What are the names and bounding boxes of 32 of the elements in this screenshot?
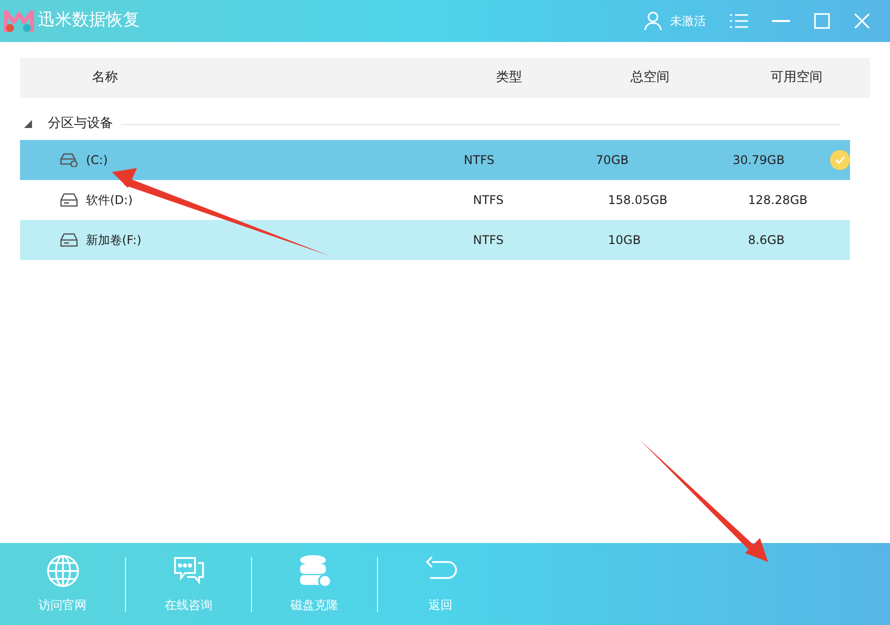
user-icon [644, 11, 662, 31]
globe-icon [46, 554, 80, 588]
free-space-cell: 8.6GB [748, 233, 785, 247]
drive-icon [60, 193, 78, 207]
file-system-cell: NTFS [473, 233, 504, 247]
maximize-icon[interactable] [814, 13, 830, 29]
menu-icon[interactable] [730, 13, 748, 29]
file-system-cell: NTFS [464, 153, 494, 167]
total-space-cell: 10GB [608, 233, 641, 247]
drive-name: 新加卷(F:) [86, 232, 142, 249]
group-label: 分区与设备 [48, 115, 113, 134]
drive-name: (C:) [86, 152, 108, 169]
system-drive-icon [60, 153, 78, 167]
collapse-triangle-icon[interactable] [24, 120, 32, 128]
type-column-header[interactable]: 类型 [496, 70, 522, 86]
drive-name: 软件(D:) [86, 192, 133, 209]
close-icon[interactable] [854, 13, 870, 29]
app-logo-icon [4, 8, 34, 34]
free-space-cell: 30.79GB [732, 153, 785, 167]
drive-row[interactable]: 新加卷(F:) NTFS 10GB 8.6GB [20, 220, 850, 260]
name-column-header[interactable]: 名称 [92, 70, 118, 86]
total-space-cell: 70GB [596, 153, 629, 167]
file-system-cell: NTFS [473, 193, 504, 207]
total-column-header[interactable]: 总空间 [630, 70, 670, 86]
drive-icon [60, 233, 78, 247]
database-icon [298, 554, 332, 588]
drive-row[interactable]: (C:) NTFS 70GB 30.79GB [20, 140, 850, 180]
window-title: 迅米数据恢复 [38, 9, 140, 32]
free-space-cell: 128.28GB [748, 193, 808, 207]
check-icon [830, 150, 850, 170]
total-space-cell: 158.05GB [608, 193, 668, 207]
free-column-header[interactable]: 可用空间 [770, 70, 822, 86]
